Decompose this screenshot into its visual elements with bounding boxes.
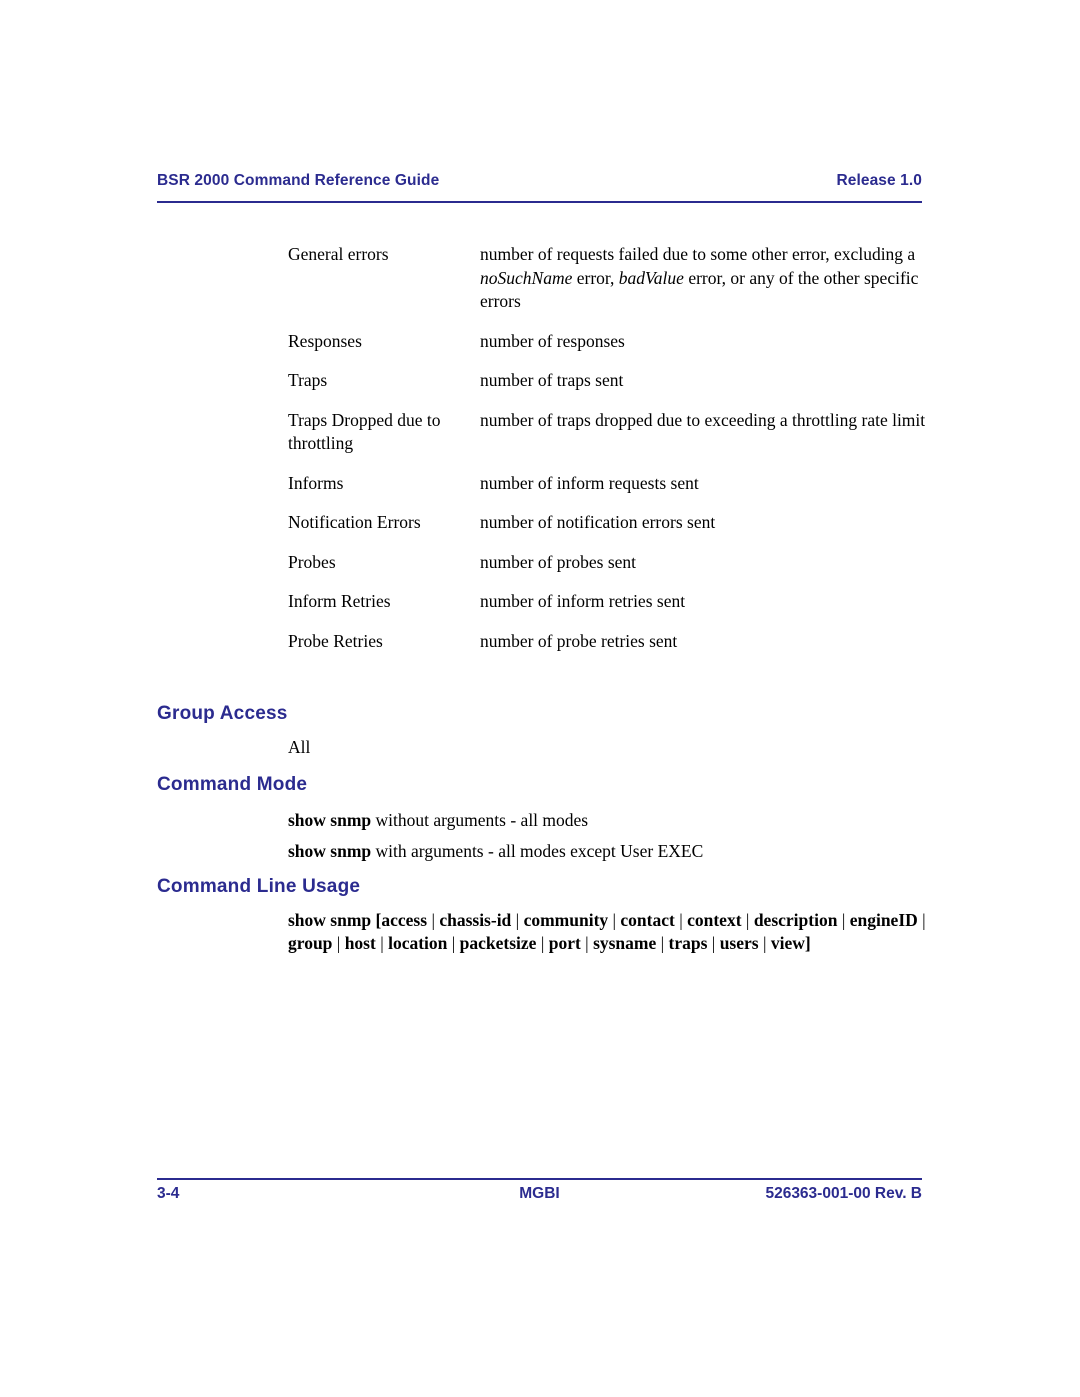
usage-option: view bbox=[770, 933, 805, 953]
definition-description: number of notification errors sent bbox=[480, 512, 716, 532]
header-rule bbox=[157, 201, 922, 203]
definition-description: number of requests failed due to some ot… bbox=[480, 244, 919, 311]
usage-option: chassis-id bbox=[439, 910, 512, 930]
table-row: Informs number of inform requests sent bbox=[288, 472, 928, 496]
command-mode-description: without arguments - all modes bbox=[371, 810, 589, 830]
document-page: BSR 2000 Command Reference Guide Release… bbox=[0, 0, 1080, 1397]
usage-separator: | bbox=[447, 933, 460, 953]
usage-option: contact bbox=[620, 910, 675, 930]
running-header: BSR 2000 Command Reference Guide Release… bbox=[157, 172, 922, 190]
definition-term: Inform Retries bbox=[288, 591, 391, 611]
italic-term: noSuchName bbox=[480, 267, 573, 288]
usage-option: description bbox=[753, 910, 838, 930]
definition-term: Traps Dropped due to throttling bbox=[288, 409, 441, 454]
usage-option: host bbox=[344, 933, 376, 953]
usage-separator: | bbox=[427, 910, 440, 930]
usage-separator: | bbox=[580, 933, 594, 953]
usage-separator: | bbox=[608, 910, 621, 930]
definition-term: Informs bbox=[288, 472, 344, 493]
table-row: Responses number of responses bbox=[288, 330, 928, 354]
definition-term: Probes bbox=[288, 551, 336, 572]
definition-term: Probe Retries bbox=[288, 630, 383, 651]
definition-description: number of inform retries sent bbox=[480, 591, 686, 611]
command-mode-line: show snmp without arguments - all modes bbox=[288, 808, 928, 832]
definition-term: Responses bbox=[288, 330, 362, 351]
command-mode-line: show snmp with arguments - all modes exc… bbox=[288, 839, 928, 863]
usage-option: access bbox=[381, 910, 428, 930]
usage-option: packetsize bbox=[459, 933, 537, 953]
part-number: 526363-001-00 Rev. B bbox=[765, 1185, 922, 1202]
table-row: Probes number of probes sent bbox=[288, 551, 928, 575]
section-heading-command-mode: Command Mode bbox=[157, 774, 308, 795]
command-mode-body: show snmp without arguments - all modes s… bbox=[288, 808, 928, 863]
definition-term: General errors bbox=[288, 244, 389, 264]
usage-separator: | bbox=[707, 933, 720, 953]
definition-term: Notification Errors bbox=[288, 512, 421, 532]
command-line-usage-syntax: show snmp [access | chassis-id | communi… bbox=[288, 909, 928, 955]
usage-close-bracket: ] bbox=[804, 933, 811, 953]
definition-table: General errors number of requests failed … bbox=[288, 243, 928, 669]
usage-option: group bbox=[288, 933, 333, 953]
usage-option: context bbox=[687, 910, 742, 930]
release-version: Release 1.0 bbox=[836, 172, 922, 189]
usage-option: port bbox=[548, 933, 581, 953]
command-keyword: show snmp bbox=[288, 810, 372, 830]
table-row: General errors number of requests failed … bbox=[288, 243, 928, 314]
usage-option: engineID bbox=[849, 910, 918, 930]
usage-separator: | bbox=[741, 910, 754, 930]
usage-separator: | bbox=[536, 933, 549, 953]
running-footer: 3-4 MGBI 526363-001-00 Rev. B bbox=[157, 1185, 922, 1207]
usage-separator: | bbox=[837, 910, 850, 930]
usage-option: sysname bbox=[593, 933, 657, 953]
section-heading-command-line-usage: Command Line Usage bbox=[157, 876, 361, 897]
usage-separator: | bbox=[511, 910, 524, 930]
definition-description: number of inform requests sent bbox=[480, 472, 699, 493]
group-access-body: All bbox=[288, 737, 311, 757]
table-row: Traps number of traps sent bbox=[288, 369, 928, 393]
usage-separator: | bbox=[332, 933, 345, 953]
table-row: Traps Dropped due to throttling number of… bbox=[288, 409, 928, 456]
table-row: Inform Retries number of inform retries s… bbox=[288, 590, 928, 614]
definition-term: Traps bbox=[288, 370, 328, 390]
definition-description: number of traps sent bbox=[480, 370, 624, 390]
section-heading-group-access: Group Access bbox=[157, 703, 288, 724]
table-row: Notification Errors number of notificatio… bbox=[288, 511, 928, 535]
definition-description: number of probe retries sent bbox=[480, 630, 678, 651]
definition-description: number of traps dropped due to exceeding… bbox=[480, 409, 926, 430]
usage-option: users bbox=[719, 933, 759, 953]
command-mode-description: with arguments - all modes except User E… bbox=[371, 841, 704, 861]
italic-term: badValue bbox=[618, 267, 684, 288]
usage-separator: | bbox=[917, 910, 926, 930]
document-title: BSR 2000 Command Reference Guide bbox=[157, 172, 440, 189]
footer-rule bbox=[157, 1178, 922, 1180]
command-keyword: show snmp bbox=[288, 841, 372, 861]
usage-separator: | bbox=[758, 933, 771, 953]
usage-option: location bbox=[388, 933, 448, 953]
table-row: Probe Retries number of probe retries sen… bbox=[288, 630, 928, 654]
usage-separator: | bbox=[375, 933, 389, 953]
definition-description: number of responses bbox=[480, 330, 625, 351]
usage-option: traps bbox=[668, 933, 708, 953]
definition-description: number of probes sent bbox=[480, 551, 637, 572]
usage-separator: | bbox=[674, 910, 688, 930]
usage-separator: | bbox=[656, 933, 669, 953]
usage-command: show snmp bbox=[288, 910, 372, 930]
usage-option: community bbox=[523, 910, 609, 930]
